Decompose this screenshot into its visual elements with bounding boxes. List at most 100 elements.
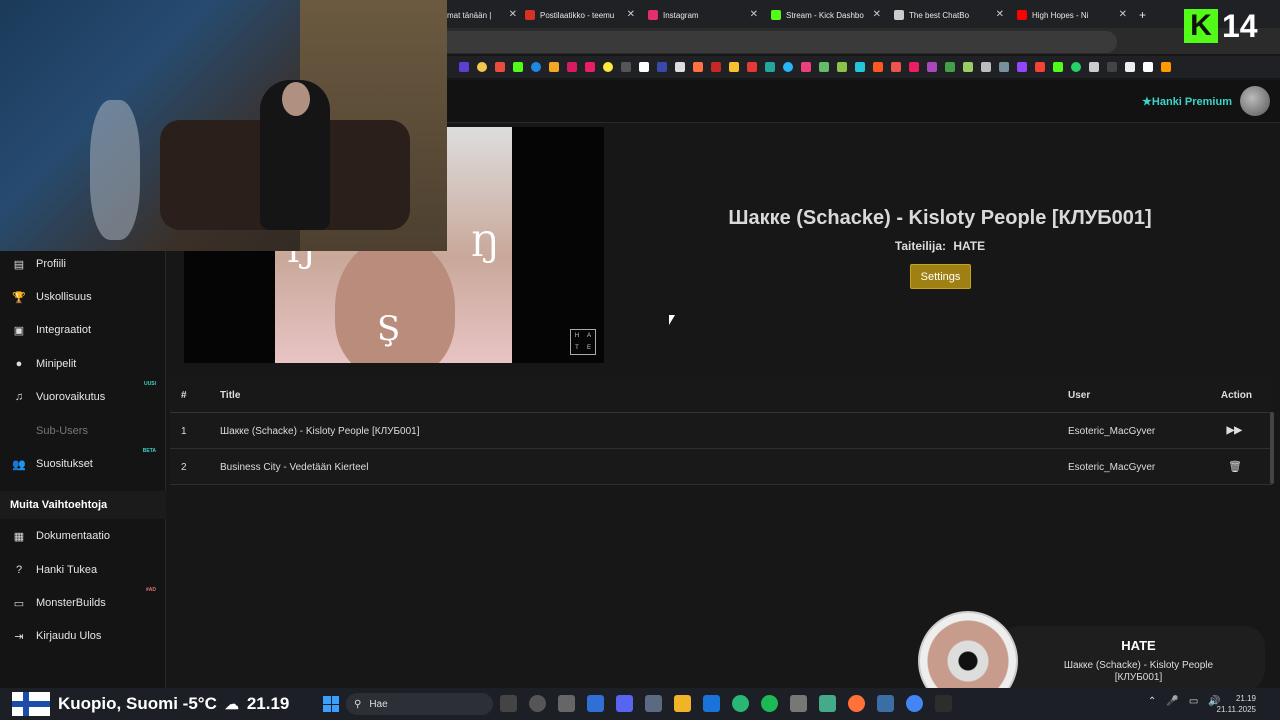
bookmark-icon[interactable] [909,62,919,72]
bookmark-icon[interactable] [711,62,721,72]
bookmark-icon[interactable] [819,62,829,72]
app-icon[interactable] [819,695,836,712]
bookmark-icon[interactable] [873,62,883,72]
close-icon[interactable]: ✕ [996,9,1004,20]
bookmark-icon[interactable] [603,62,613,72]
sidebar-item-minipelit[interactable]: ● Minipelit [12,354,162,374]
chevron-up-icon[interactable]: ⌃ [1148,696,1156,707]
bookmark-icon[interactable] [801,62,811,72]
outlook-icon[interactable] [703,695,720,712]
bookmark-icon[interactable] [477,62,487,72]
settings-button[interactable]: Settings [910,264,971,289]
table-row[interactable]: 2 Business City - Vedetään Kierteel Esot… [170,449,1272,485]
sidebar-item-suositukset[interactable]: 👥 Suositukset BETA [12,448,162,474]
audio-app-icon[interactable] [500,695,517,712]
url-field[interactable] [447,31,1117,53]
app-icon[interactable] [790,695,807,712]
bookmark-icon[interactable] [1035,62,1045,72]
sidebar-item-sub-users[interactable]: Sub-Users [12,421,162,441]
avatar[interactable] [1240,86,1270,116]
spotify-icon[interactable] [761,695,778,712]
bookmark-icon[interactable] [927,62,937,72]
folder-icon[interactable] [674,695,691,712]
taskbar-search[interactable]: ⚲ Hae [346,693,493,715]
browser-tab[interactable]: The best ChatBo ✕ [894,4,1004,26]
bookmark-icon[interactable] [999,62,1009,72]
premium-link[interactable]: ★Hanki Premium [1142,95,1232,108]
bookmark-icon[interactable] [1017,62,1027,72]
new-tab-button[interactable]: + [1139,4,1151,26]
sidebar-item-monsterbuilds[interactable]: ▭ MonsterBuilds #AD [12,587,162,613]
settings-icon[interactable] [645,695,662,712]
scrollbar[interactable] [1270,412,1274,484]
bookmark-icon[interactable] [513,62,523,72]
sidebar-item-kirjaudu-ulos[interactable]: ⇥ Kirjaudu Ulos [12,626,162,646]
browser-tab[interactable]: Instagram ✕ [648,4,758,26]
bookmark-icon[interactable] [1089,62,1099,72]
firefox-icon[interactable] [848,695,865,712]
app-icon[interactable] [935,695,952,712]
bookmark-icon[interactable] [549,62,559,72]
bookmark-icon[interactable] [1107,62,1117,72]
bookmark-icon[interactable] [747,62,757,72]
sidebar-item-uskollisuus[interactable]: 🏆 Uskollisuus [12,287,162,307]
bookmark-icon[interactable] [1053,62,1063,72]
sidebar-item-integraatiot[interactable]: ▣ Integraatiot [12,320,162,340]
bookmark-icon[interactable] [891,62,901,72]
app-icon[interactable] [877,695,894,712]
skip-icon[interactable]: ▶▶ [1227,425,1242,436]
close-icon[interactable]: ✕ [1119,9,1127,20]
bookmark-icon[interactable] [495,62,505,72]
browser-tab[interactable]: Postilaatikko - teemu ✕ [525,4,635,26]
sidebar-item-profiili[interactable]: ▤ Profiili [12,254,162,274]
calculator-icon[interactable] [587,695,604,712]
bookmark-icon[interactable] [639,62,649,72]
app-icon[interactable] [529,695,546,712]
microphone-icon[interactable]: 🎤 [1166,696,1178,707]
mouse-cursor-icon [669,315,675,325]
weather-widget[interactable]: Kuopio, Suomi -5°C ☁ 21.19 [12,692,289,716]
bookmark-icon[interactable] [1161,62,1171,72]
sidebar-item-dokumentaatio[interactable]: ▦ Dokumentaatio [12,526,162,546]
close-icon[interactable]: ✕ [509,9,517,20]
bookmark-icon[interactable] [765,62,775,72]
chrome-icon[interactable] [906,695,923,712]
sidebar-item-hanki-tukea[interactable]: ? Hanki Tukea [12,560,162,580]
sidebar-item-label: Vuorovaikutus [36,391,106,403]
sidebar-item-vuorovaikutus[interactable]: ♫ Vuorovaikutus UUSI [12,381,162,407]
bookmark-icon[interactable] [693,62,703,72]
bookmark-icon[interactable] [1071,62,1081,72]
bookmark-icon[interactable] [459,62,469,72]
system-clock[interactable]: 21.19 21.11.2025 [1217,693,1256,715]
app-icon[interactable] [558,695,575,712]
close-icon[interactable]: ✕ [750,9,758,20]
bookmark-icon[interactable] [783,62,793,72]
edge-icon[interactable] [732,695,749,712]
bookmark-icon[interactable] [729,62,739,72]
discord-icon[interactable] [616,695,633,712]
bookmark-icon[interactable] [567,62,577,72]
close-icon[interactable]: ✕ [627,9,635,20]
windows-start-icon[interactable] [323,696,339,712]
webcam-head [282,82,310,116]
bookmark-icon[interactable] [657,62,667,72]
bookmark-icon[interactable] [837,62,847,72]
bookmark-icon[interactable] [675,62,685,72]
browser-tab[interactable]: mat tänään | ✕ [447,4,517,26]
bookmark-icon[interactable] [621,62,631,72]
docs-icon: ▦ [13,530,25,543]
browser-tab[interactable]: High Hopes - Ni ✕ [1017,4,1127,26]
bookmark-icon[interactable] [531,62,541,72]
bookmark-icon[interactable] [981,62,991,72]
bookmark-icon[interactable] [945,62,955,72]
bookmark-icon[interactable] [855,62,865,72]
trash-icon[interactable]: 🗑 [1228,460,1242,473]
table-row[interactable]: 1 Шакке (Schacke) - Kisloty People [КЛУБ… [170,413,1272,449]
bookmark-icon[interactable] [1143,62,1153,72]
close-icon[interactable]: ✕ [873,9,881,20]
bookmark-icon[interactable] [1125,62,1135,72]
bookmark-icon[interactable] [963,62,973,72]
browser-tab[interactable]: Stream - Kick Dashbo ✕ [771,4,881,26]
bookmark-icon[interactable] [585,62,595,72]
display-icon[interactable]: ▭ [1189,696,1198,707]
